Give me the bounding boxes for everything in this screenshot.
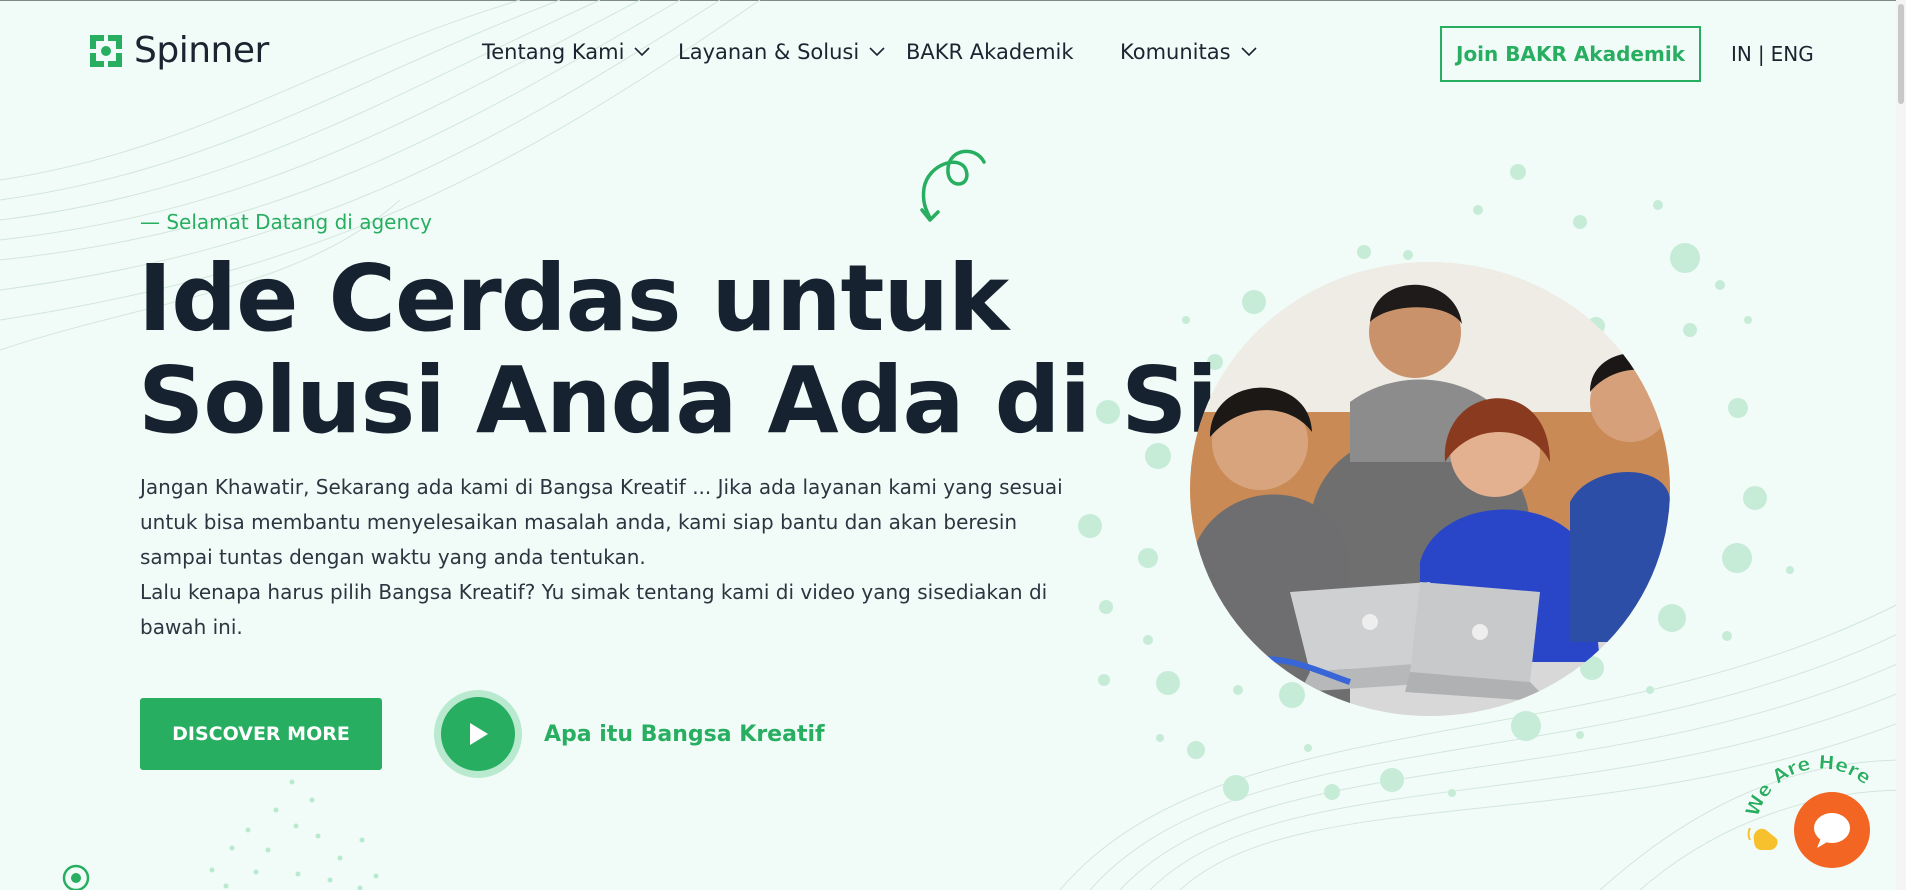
nav-item-tentang-kami[interactable]: Tentang Kami xyxy=(482,40,651,64)
hero-desc-line: Jangan Khawatir, Sekarang ada kami di Ba… xyxy=(140,475,1063,499)
lang-separator: | xyxy=(1757,42,1765,66)
site-logo[interactable]: Spinner xyxy=(86,30,269,71)
hero-desc-line: Lalu kenapa harus pilih Bangsa Kreatif? … xyxy=(140,580,1048,604)
team-photo-illustration xyxy=(1190,262,1670,716)
hero-desc-line: sampai tuntas dengan waktu yang anda ten… xyxy=(140,545,646,569)
chat-open-button[interactable] xyxy=(1794,792,1870,868)
chevron-down-icon xyxy=(634,47,651,57)
video-link-label[interactable]: Apa itu Bangsa Kreatif xyxy=(544,722,825,747)
play-icon xyxy=(470,723,488,745)
chevron-down-icon xyxy=(1240,47,1257,57)
lang-in[interactable]: IN xyxy=(1731,42,1752,66)
nav-label: BAKR Akademik xyxy=(906,40,1074,64)
squiggle-arrow-icon xyxy=(920,149,986,222)
discover-more-button[interactable]: DISCOVER MORE xyxy=(140,698,382,770)
logo-text: Spinner xyxy=(134,30,269,71)
join-bakr-button[interactable]: Join BAKR Akademik xyxy=(1440,26,1701,82)
nav-label: Layanan & Solusi xyxy=(678,40,860,64)
nav-item-layanan-solusi[interactable]: Layanan & Solusi xyxy=(678,40,885,64)
hero-desc-line: untuk bisa membantu menyelesaikan masala… xyxy=(140,510,1018,534)
nav-label: Tentang Kami xyxy=(482,40,625,64)
location-pin-icon xyxy=(62,864,90,890)
video-link[interactable]: Apa itu Bangsa Kreatif xyxy=(434,690,825,778)
hero-title-line-2: Solusi Anda Ada di Sini xyxy=(138,347,1313,454)
hero-team-photo xyxy=(1190,262,1670,716)
language-switcher: IN | ENG xyxy=(1731,42,1814,66)
scrollbar-thumb[interactable] xyxy=(1898,4,1904,104)
lang-eng[interactable]: ENG xyxy=(1771,42,1814,66)
hero-eyebrow: — Selamat Datang di agency xyxy=(140,210,432,234)
hero-desc-line: bawah ini. xyxy=(140,615,243,639)
chevron-down-icon xyxy=(869,47,885,57)
play-button[interactable] xyxy=(434,690,522,778)
hero-title-line-1: Ide Cerdas untuk xyxy=(138,245,1009,352)
spinner-logo-icon xyxy=(90,34,122,67)
nav-item-bakr-akademik[interactable]: BAKR Akademik xyxy=(906,40,1074,64)
hero-title: Ide Cerdas untuk Solusi Anda Ada di Sini xyxy=(138,245,1313,454)
play-button-inner xyxy=(441,697,515,771)
waving-hand-icon xyxy=(1747,827,1778,850)
chat-widget[interactable]: We Are Here! xyxy=(1740,748,1872,868)
site-header: Spinner Tentang Kami Layanan & Solusi BA… xyxy=(0,0,1906,108)
nav-label: Komunitas xyxy=(1120,40,1231,64)
page-scrollbar[interactable] xyxy=(1896,0,1906,890)
chat-bubble-icon xyxy=(1814,813,1850,848)
hero-description: Jangan Khawatir, Sekarang ada kami di Ba… xyxy=(140,470,1090,645)
nav-item-komunitas[interactable]: Komunitas xyxy=(1120,40,1257,64)
